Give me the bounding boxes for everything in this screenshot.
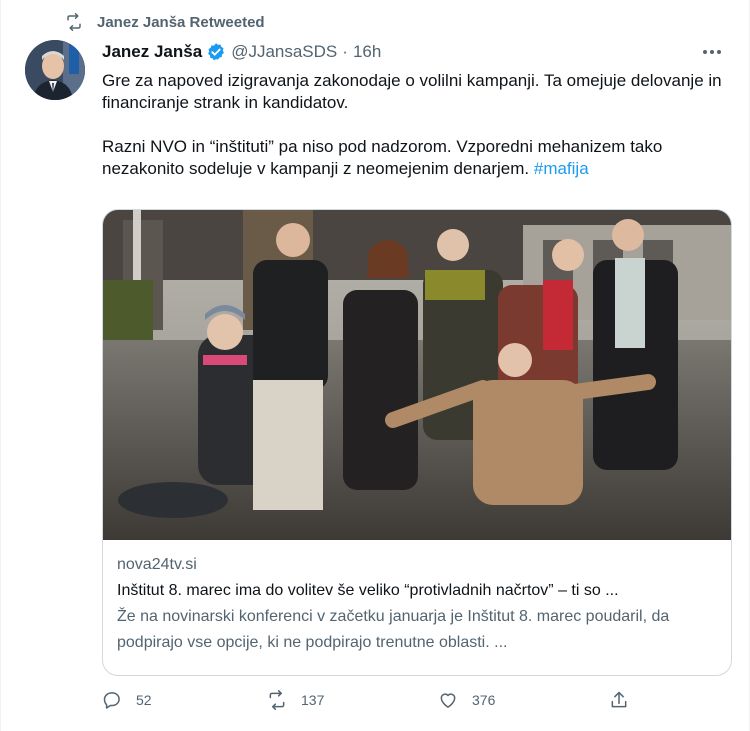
share-button[interactable] <box>609 690 629 710</box>
card-description: Že na novinarski konferenci v začetku ja… <box>117 608 670 651</box>
retweet-count: 137 <box>301 692 325 708</box>
tweet-header: Janez Janša @JJansaSDS · 16h <box>102 42 381 62</box>
heart-icon <box>440 693 456 708</box>
verified-badge-icon <box>208 43 225 61</box>
author-handle[interactable]: @JJansaSDS <box>231 42 337 62</box>
link-card[interactable]: nova24tv.si Inštitut 8. marec ima do vol… <box>102 209 732 676</box>
share-icon <box>611 691 627 708</box>
retweet-button[interactable]: 137 <box>267 690 324 710</box>
tweet-timestamp[interactable]: 16h <box>353 42 381 62</box>
action-bar: 52 137 376 <box>102 690 732 720</box>
avatar[interactable] <box>25 40 85 100</box>
hashtag-link[interactable]: #mafija <box>534 159 589 178</box>
retweet-banner-label[interactable]: Janez Janša Retweeted <box>97 14 265 31</box>
card-image[interactable] <box>103 210 731 540</box>
tweet-container[interactable]: Janez Janša Retweeted Janez Janša @JJans… <box>0 0 750 731</box>
more-options-icon[interactable] <box>701 42 723 62</box>
like-button[interactable]: 376 <box>438 690 495 710</box>
reply-count: 52 <box>136 692 152 708</box>
retweet-banner[interactable]: Janez Janša Retweeted <box>65 13 265 31</box>
like-count: 376 <box>472 692 496 708</box>
card-title: Inštitut 8. marec ima do volitev še veli… <box>117 582 619 599</box>
reply-button[interactable]: 52 <box>102 690 152 710</box>
author-name[interactable]: Janez Janša <box>102 42 202 62</box>
retweet-icon <box>269 690 285 710</box>
tweet-paragraph: Razni NVO in “inštituti” pa niso pod nad… <box>102 136 732 180</box>
tweet-text: Gre za napoved izigravanja zakonodaje o … <box>102 70 732 180</box>
tweet-paragraph: Gre za napoved izigravanja zakonodaje o … <box>102 71 722 112</box>
separator-dot: · <box>342 42 348 61</box>
retweet-icon <box>67 13 81 31</box>
reply-icon <box>103 692 120 709</box>
avatar-image <box>25 40 85 100</box>
card-domain: nova24tv.si <box>117 556 197 573</box>
card-body[interactable]: nova24tv.si Inštitut 8. marec ima do vol… <box>117 552 717 656</box>
